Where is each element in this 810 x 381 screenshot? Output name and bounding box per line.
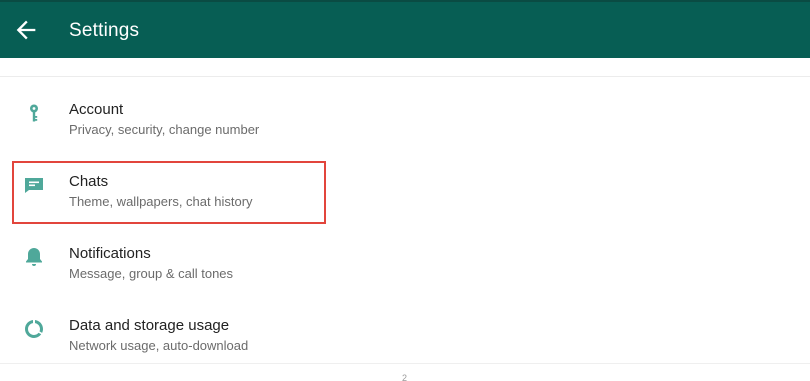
settings-item-label: Account: [69, 101, 124, 118]
settings-item-subtitle: Network usage, auto-download: [69, 338, 249, 353]
data-usage-icon: [22, 317, 46, 341]
settings-item-subtitle: Message, group & call tones: [69, 266, 234, 281]
back-button[interactable]: [12, 16, 40, 44]
bell-icon: [22, 245, 46, 269]
settings-item-account[interactable]: Account Privacy, security, change number: [0, 77, 810, 149]
page-number: 2: [402, 373, 408, 381]
settings-screen: Settings Account Privacy, security, chan…: [0, 0, 810, 381]
settings-list: Account Privacy, security, change number…: [0, 77, 810, 365]
settings-item-data-storage[interactable]: Data and storage usage Network usage, au…: [0, 293, 810, 365]
settings-item-label: Data and storage usage: [69, 317, 230, 334]
arrow-left-icon: [16, 20, 36, 40]
settings-item-chats[interactable]: Chats Theme, wallpapers, chat history: [0, 149, 810, 221]
divider: [0, 58, 810, 77]
settings-item-subtitle: Privacy, security, change number: [69, 122, 260, 137]
key-icon: [22, 101, 46, 125]
settings-item-label: Chats: [69, 173, 109, 190]
app-bar: Settings: [0, 0, 810, 58]
page-title: Settings: [69, 20, 140, 41]
chat-icon: [22, 173, 46, 197]
settings-item-notifications[interactable]: Notifications Message, group & call tone…: [0, 221, 810, 293]
settings-item-subtitle: Theme, wallpapers, chat history: [69, 194, 253, 209]
settings-item-label: Notifications: [69, 245, 151, 262]
